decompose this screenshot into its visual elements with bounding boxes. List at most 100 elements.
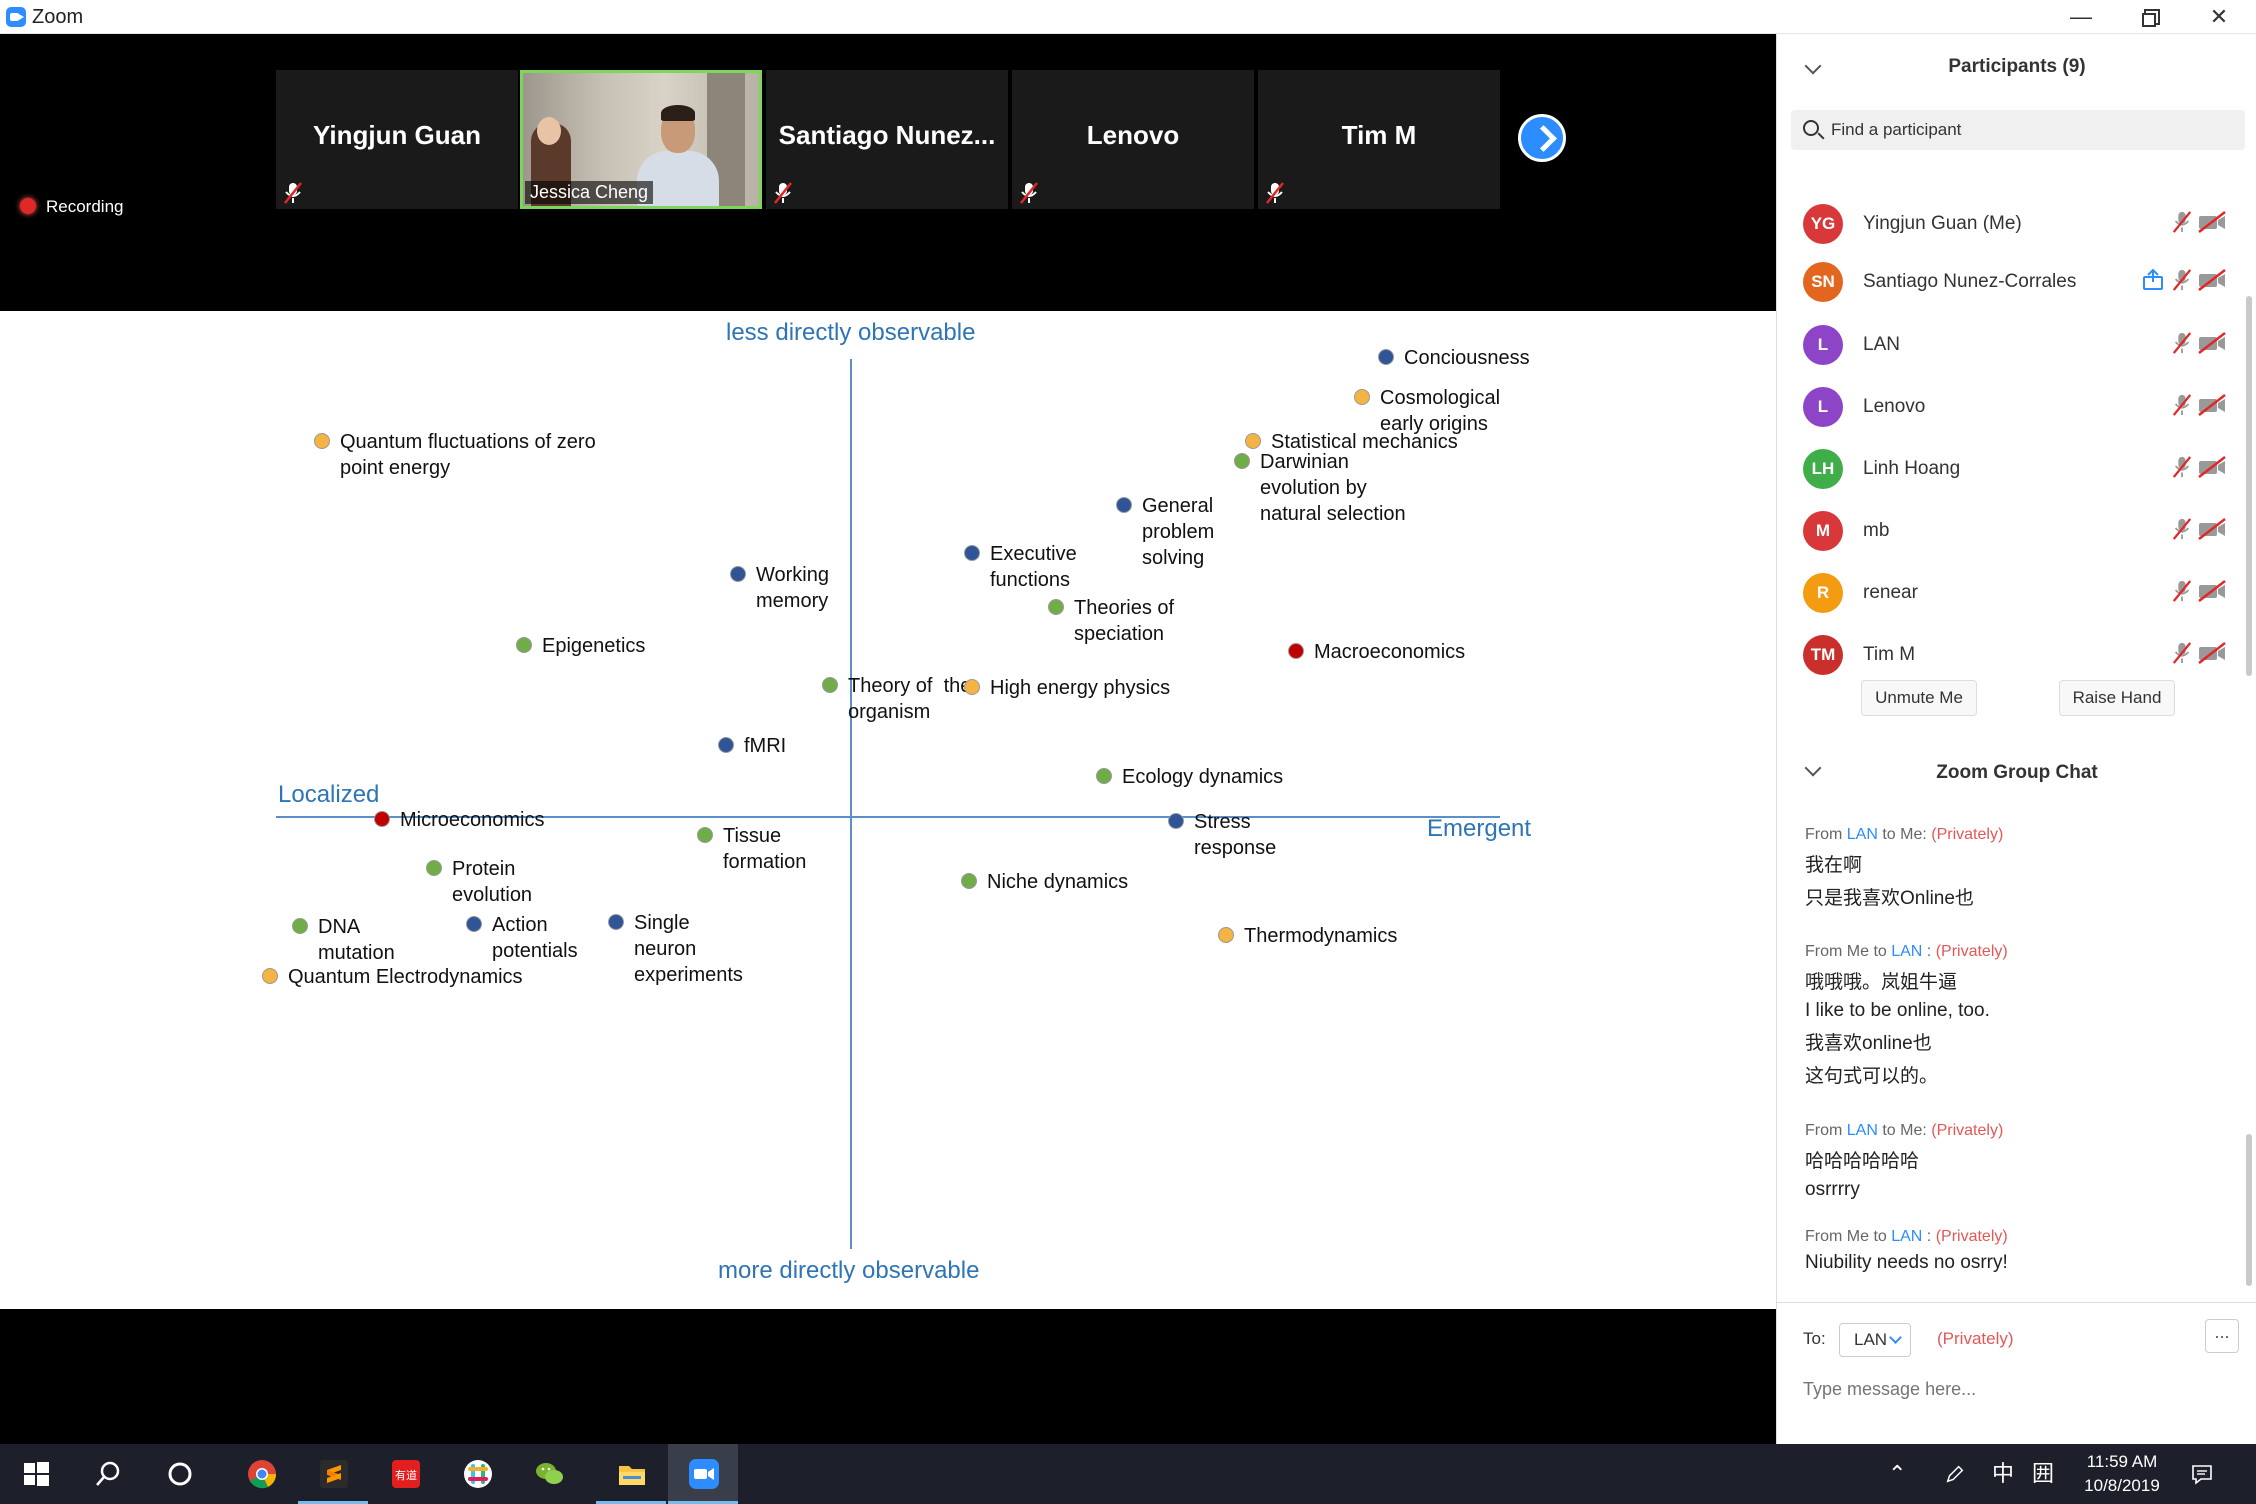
chat-private-tag: (Privately) bbox=[1931, 1122, 2004, 1139]
concept-point-label: Action potentials bbox=[492, 914, 578, 962]
taskbar-search-button[interactable] bbox=[72, 1444, 142, 1504]
chat-message-text: 只是我喜欢Online也 bbox=[1805, 888, 1974, 909]
restore-button[interactable] bbox=[2114, 0, 2184, 34]
video-off-icon bbox=[2198, 332, 2226, 354]
concept-point-label: Protein evolution bbox=[452, 858, 533, 906]
cortana-button[interactable] bbox=[144, 1444, 214, 1504]
chat-recipient-select[interactable]: LAN bbox=[1839, 1323, 1911, 1357]
concept-point-marker bbox=[718, 737, 734, 753]
concept-point-label: Niche dynamics bbox=[987, 871, 1129, 893]
chat-private-tag: (Privately) bbox=[1935, 1228, 2008, 1245]
chat-sender-link[interactable]: LAN bbox=[1891, 1228, 1922, 1245]
muted-mic-icon bbox=[2172, 211, 2192, 233]
unmute-me-button[interactable]: Unmute Me bbox=[1861, 680, 1977, 716]
chat-scrollbar[interactable] bbox=[2246, 1134, 2252, 1286]
video-off-icon bbox=[2198, 518, 2226, 540]
participant-name: Jessica Cheng bbox=[525, 181, 654, 204]
next-page-arrow-icon[interactable] bbox=[1518, 114, 1566, 162]
zoom-app: Zoom — ✕ Yingjun Guan Jessica Cheng Sant… bbox=[0, 0, 2256, 1504]
chat-message: From LAN to Me: (Privately) 哈哈哈哈哈哈 osrrrry bbox=[1805, 1122, 2225, 1201]
chat-meta-suffix: to Me: bbox=[1877, 826, 1932, 843]
taskbar-file-explorer[interactable] bbox=[596, 1444, 666, 1504]
taskbar-chrome[interactable] bbox=[226, 1444, 296, 1504]
concept-point-marker bbox=[516, 637, 532, 653]
chat-sender-link[interactable]: LAN bbox=[1891, 943, 1922, 960]
participant-status-icons bbox=[2141, 268, 2227, 292]
taskbar-slack[interactable] bbox=[442, 1444, 512, 1504]
participant-row[interactable]: Mmb bbox=[1777, 501, 2237, 561]
concept-point-label: fMRI bbox=[744, 735, 787, 757]
video-off-icon bbox=[2198, 394, 2226, 416]
video-tile-jessica[interactable]: Jessica Cheng bbox=[520, 70, 762, 209]
chat-sender-link[interactable]: LAN bbox=[1847, 1122, 1878, 1139]
participant-status-icons bbox=[2171, 331, 2227, 355]
avatar: R bbox=[1803, 573, 1843, 613]
concept-point-marker bbox=[1354, 389, 1370, 405]
chat-message-text: 哈哈哈哈哈哈 bbox=[1805, 1151, 1920, 1172]
start-button[interactable] bbox=[0, 1444, 70, 1504]
taskbar-youdao[interactable]: 有道 bbox=[370, 1444, 440, 1504]
concept-point-marker bbox=[822, 677, 838, 693]
concept-point-label: Conciousness bbox=[1404, 347, 1530, 369]
ime-mode-indicator[interactable]: 囲 bbox=[2032, 1444, 2054, 1504]
close-window-button[interactable]: ✕ bbox=[2184, 0, 2254, 34]
participant-row[interactable]: L LAN bbox=[1777, 315, 2237, 375]
video-off-icon bbox=[2198, 456, 2226, 478]
video-off-icon bbox=[2198, 211, 2226, 233]
chat-meta-suffix: to Me: bbox=[1877, 1122, 1932, 1139]
raise-hand-button[interactable]: Raise Hand bbox=[2059, 680, 2175, 716]
concept-point-marker bbox=[1288, 643, 1304, 659]
concept-point-label: Microeconomics bbox=[400, 809, 545, 831]
video-tile-santiago[interactable]: Santiago Nunez... bbox=[766, 70, 1008, 209]
concept-point-label: Theory of the organism bbox=[848, 675, 972, 723]
participant-name: Lenovo bbox=[1863, 396, 1926, 417]
concept-point-marker bbox=[964, 545, 980, 561]
taskbar-clock[interactable]: 11:59 AM 10/8/2019 bbox=[2082, 1450, 2162, 1498]
video-off-icon bbox=[2198, 269, 2226, 291]
video-tile-lenovo[interactable]: Lenovo bbox=[1012, 70, 1254, 209]
notification-icon bbox=[2192, 1465, 2212, 1485]
video-tile-yingjun[interactable]: Yingjun Guan bbox=[276, 70, 518, 209]
chat-message-text: 我在啊 bbox=[1805, 855, 1863, 876]
participant-row[interactable]: Rrenear bbox=[1777, 563, 2237, 623]
chat-message-text: Niubility needs no osrry! bbox=[1805, 1252, 2008, 1273]
chat-message-text: I like to be online, too. bbox=[1805, 1000, 1990, 1021]
show-hidden-icons-chevron-icon[interactable]: ⌃ bbox=[1888, 1444, 1906, 1504]
action-center-button[interactable] bbox=[2190, 1444, 2214, 1504]
folder-icon bbox=[619, 1466, 645, 1485]
chat-more-button[interactable]: ... bbox=[2205, 1319, 2239, 1353]
participant-row[interactable]: TM Tim M bbox=[1777, 625, 2237, 685]
zoom-logo-icon bbox=[6, 7, 26, 27]
ime-language-indicator[interactable]: 中 bbox=[1992, 1444, 2014, 1504]
participant-search-input[interactable]: Find a participant bbox=[1791, 110, 2245, 150]
concept-point-marker bbox=[1234, 453, 1250, 469]
participant-name: Yingjun Guan (Me) bbox=[1863, 213, 2022, 234]
taskbar-zoom[interactable] bbox=[668, 1444, 738, 1504]
taskbar-wechat[interactable] bbox=[514, 1444, 584, 1504]
concept-point-label: Quantum Electrodynamics bbox=[288, 966, 523, 988]
chat-message-meta: From LAN to Me: (Privately) bbox=[1805, 1122, 2225, 1140]
video-tile-tim[interactable]: Tim M bbox=[1258, 70, 1500, 209]
participant-row[interactable]: YG Yingjun Guan (Me) bbox=[1777, 194, 2237, 254]
chat-private-tag: (Privately) bbox=[1935, 943, 2008, 960]
chat-meta-prefix: From Me to bbox=[1805, 943, 1892, 960]
cortana-circle-icon bbox=[168, 1462, 192, 1486]
concept-point-marker bbox=[1378, 349, 1394, 365]
chat-sender-link[interactable]: LAN bbox=[1847, 826, 1878, 843]
concept-point-marker bbox=[697, 827, 713, 843]
participant-row[interactable]: L Lenovo bbox=[1777, 377, 2237, 437]
muted-mic-icon bbox=[1266, 182, 1284, 204]
participants-scrollbar[interactable] bbox=[2246, 296, 2252, 676]
participant-row[interactable]: SN Santiago Nunez-Corrales bbox=[1777, 252, 2237, 312]
clock-time: 11:59 AM bbox=[2086, 1452, 2158, 1471]
concept-point-marker bbox=[1116, 497, 1132, 513]
chat-compose: To: LAN (Privately) ... bbox=[1777, 1302, 2256, 1444]
participant-status-icons bbox=[2171, 641, 2227, 665]
participant-row[interactable]: LH Linh Hoang bbox=[1777, 439, 2237, 499]
taskbar-sublime-text[interactable] bbox=[298, 1444, 368, 1504]
minimize-button[interactable]: — bbox=[2046, 0, 2116, 34]
axis-label-left: Localized bbox=[278, 781, 380, 808]
chat-message-input[interactable] bbox=[1803, 1371, 2233, 1407]
participant-name: Yingjun Guan bbox=[312, 120, 482, 150]
pen-workspace-icon[interactable] bbox=[1944, 1444, 1970, 1504]
